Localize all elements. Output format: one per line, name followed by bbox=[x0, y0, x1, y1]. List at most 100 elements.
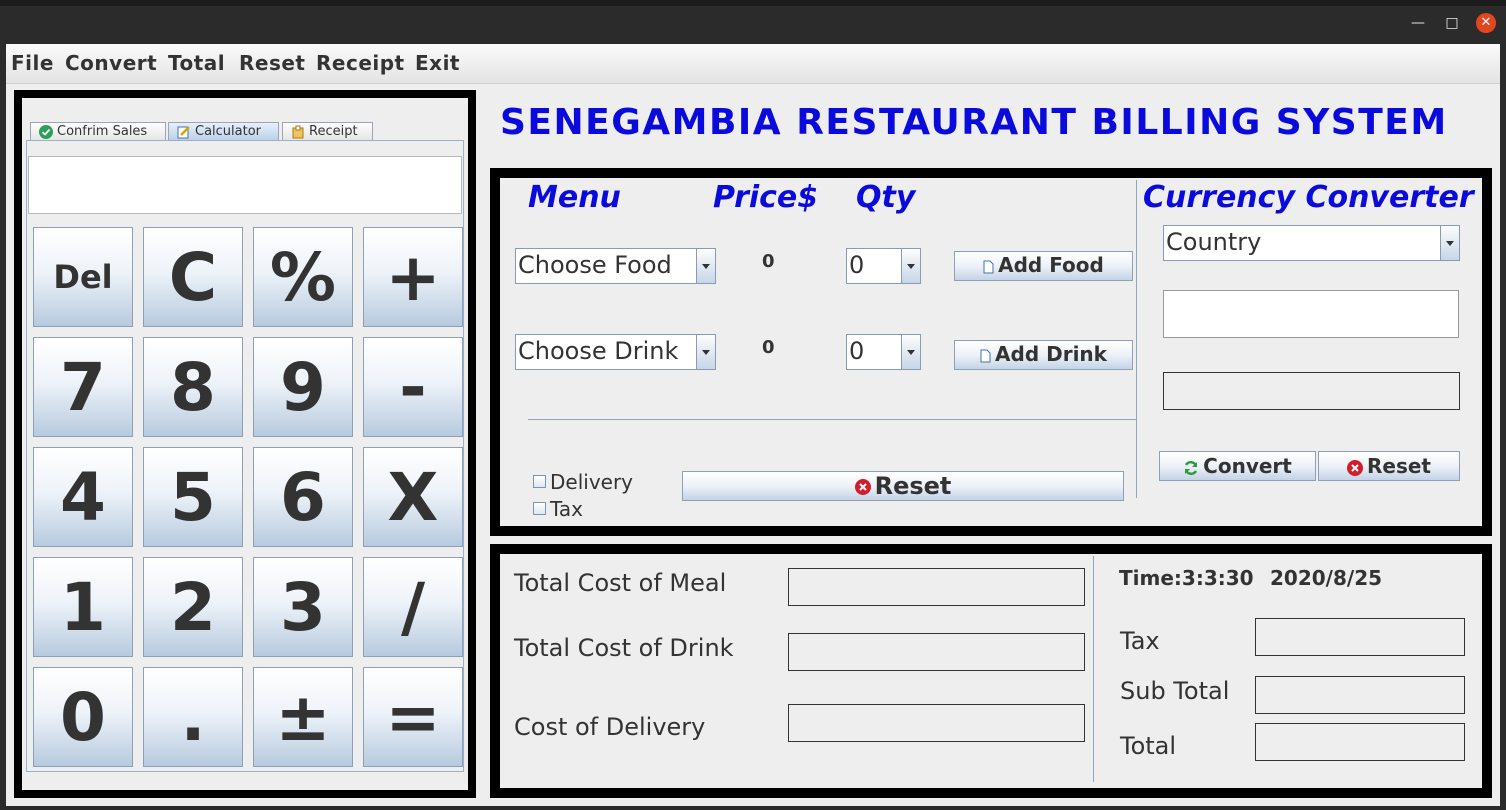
calc-key-9[interactable]: 9 bbox=[253, 337, 353, 437]
calc-key-divide[interactable]: / bbox=[363, 557, 463, 657]
total-field bbox=[1255, 723, 1465, 761]
chevron-down-icon[interactable] bbox=[696, 249, 715, 283]
total-label: Total bbox=[1120, 732, 1177, 760]
price-header: Price$ bbox=[713, 180, 819, 215]
delivery-cost-label: Cost of Delivery bbox=[514, 713, 706, 741]
menu-total[interactable]: Total bbox=[168, 51, 225, 75]
food-select[interactable]: Choose Food bbox=[515, 248, 716, 284]
menu-exit[interactable]: Exit bbox=[415, 51, 460, 75]
order-divider bbox=[528, 419, 1136, 420]
subtotal-label: Sub Total bbox=[1120, 677, 1230, 705]
error-x-icon bbox=[854, 479, 871, 495]
time-readout: Time:3:3:30 bbox=[1119, 566, 1254, 590]
tax-checkbox-label: Tax bbox=[550, 497, 583, 521]
calc-key-minus[interactable]: - bbox=[363, 337, 463, 437]
menu-reset[interactable]: Reset bbox=[239, 51, 306, 75]
add-food-label: Add Food bbox=[998, 253, 1104, 277]
chevron-down-icon[interactable] bbox=[901, 249, 920, 283]
delivery-label: Delivery bbox=[550, 470, 634, 494]
food-qty-value: 0 bbox=[849, 251, 865, 279]
calc-key-2[interactable]: 2 bbox=[143, 557, 243, 657]
menu-receipt[interactable]: Receipt bbox=[316, 51, 405, 75]
refresh-icon bbox=[1185, 460, 1198, 475]
calc-key-delete[interactable]: Del bbox=[33, 227, 133, 327]
error-x-icon bbox=[1347, 459, 1363, 476]
drink-cost-label: Total Cost of Drink bbox=[514, 634, 734, 662]
calc-key-0[interactable]: 0 bbox=[33, 667, 133, 767]
tab-receipt[interactable]: Receipt bbox=[282, 122, 373, 140]
chevron-down-icon[interactable] bbox=[1440, 226, 1459, 260]
delivery-checkbox[interactable]: Delivery bbox=[533, 470, 633, 494]
calc-key-7[interactable]: 7 bbox=[33, 337, 133, 437]
drink-qty-select[interactable]: 0 bbox=[846, 334, 921, 370]
pencil-note-icon bbox=[177, 126, 190, 139]
calculator-display[interactable] bbox=[28, 156, 462, 214]
tax-checkbox[interactable]: Tax bbox=[533, 497, 583, 521]
calc-key-plus-minus[interactable]: ± bbox=[253, 667, 353, 767]
order-reset-button[interactable]: Reset bbox=[682, 471, 1124, 501]
currency-converter-header: Currency Converter bbox=[1143, 180, 1474, 215]
convert-label: Convert bbox=[1203, 454, 1292, 478]
drink-price: 0 bbox=[762, 337, 775, 358]
food-price: 0 bbox=[762, 251, 775, 272]
chevron-down-icon[interactable] bbox=[696, 335, 715, 369]
calc-key-plus[interactable]: + bbox=[363, 227, 463, 327]
drink-cost-field bbox=[788, 633, 1085, 671]
converter-divider bbox=[1136, 180, 1137, 498]
menu-bar: File Convert Total Reset Receipt Exit bbox=[6, 44, 1500, 84]
calc-key-decimal[interactable]: . bbox=[143, 667, 243, 767]
converter-reset-label: Reset bbox=[1367, 454, 1431, 478]
chevron-down-icon[interactable] bbox=[901, 335, 920, 369]
drink-select[interactable]: Choose Drink bbox=[515, 334, 716, 370]
country-select-value: Country bbox=[1166, 228, 1262, 256]
calc-key-3[interactable]: 3 bbox=[253, 557, 353, 657]
maximize-icon[interactable]: □ bbox=[1442, 14, 1462, 32]
convert-result-field bbox=[1163, 372, 1460, 410]
add-drink-button[interactable]: Add Drink bbox=[954, 340, 1133, 370]
qty-header: Qty bbox=[856, 180, 916, 215]
menu-file[interactable]: File bbox=[11, 51, 54, 75]
close-icon[interactable]: ✕ bbox=[1476, 13, 1496, 33]
converter-reset-button[interactable]: Reset bbox=[1318, 451, 1460, 481]
order-reset-label: Reset bbox=[874, 472, 952, 500]
minimize-icon[interactable]: — bbox=[1408, 14, 1428, 32]
food-qty-select[interactable]: 0 bbox=[846, 248, 921, 284]
title-bar-strip bbox=[0, 0, 1506, 6]
calc-key-percent[interactable]: % bbox=[253, 227, 353, 327]
add-food-button[interactable]: Add Food bbox=[954, 251, 1133, 281]
meal-cost-label: Total Cost of Meal bbox=[514, 569, 727, 597]
calc-key-1[interactable]: 1 bbox=[33, 557, 133, 657]
country-select[interactable]: Country bbox=[1163, 225, 1460, 261]
subtotal-field bbox=[1255, 676, 1465, 714]
window-title-bar: — □ ✕ bbox=[0, 0, 1506, 44]
document-icon bbox=[983, 260, 994, 273]
food-select-value: Choose Food bbox=[518, 251, 672, 279]
document-icon bbox=[980, 349, 991, 362]
calc-key-equals[interactable]: = bbox=[363, 667, 463, 767]
menu-convert[interactable]: Convert bbox=[65, 51, 157, 75]
convert-amount-input[interactable] bbox=[1163, 290, 1459, 338]
tab-calculator[interactable]: Calculator bbox=[168, 122, 279, 140]
date-readout: 2020/8/25 bbox=[1270, 566, 1383, 590]
drink-qty-value: 0 bbox=[849, 337, 865, 365]
calc-key-clear[interactable]: C bbox=[143, 227, 243, 327]
tax-label: Tax bbox=[1120, 627, 1160, 655]
page-title: SENEGAMBIA RESTAURANT BILLING SYSTEM bbox=[500, 102, 1448, 143]
checkbox-icon[interactable] bbox=[533, 502, 546, 515]
calc-key-multiply[interactable]: X bbox=[363, 447, 463, 547]
totals-divider bbox=[1093, 556, 1094, 782]
calc-key-5[interactable]: 5 bbox=[143, 447, 243, 547]
checkbox-icon[interactable] bbox=[533, 475, 546, 488]
menu-header: Menu bbox=[528, 180, 621, 215]
tab-receipt-label: Receipt bbox=[309, 124, 358, 139]
delivery-cost-field bbox=[788, 704, 1085, 742]
tab-confirm-sales[interactable]: Confrim Sales bbox=[30, 122, 166, 140]
calc-key-4[interactable]: 4 bbox=[33, 447, 133, 547]
receipt-icon bbox=[292, 125, 304, 139]
tab-confirm-sales-label: Confrim Sales bbox=[57, 124, 148, 139]
meal-cost-field bbox=[788, 568, 1085, 606]
calc-key-8[interactable]: 8 bbox=[143, 337, 243, 437]
calc-key-6[interactable]: 6 bbox=[253, 447, 353, 547]
drink-select-value: Choose Drink bbox=[518, 337, 679, 365]
convert-button[interactable]: Convert bbox=[1159, 451, 1316, 481]
